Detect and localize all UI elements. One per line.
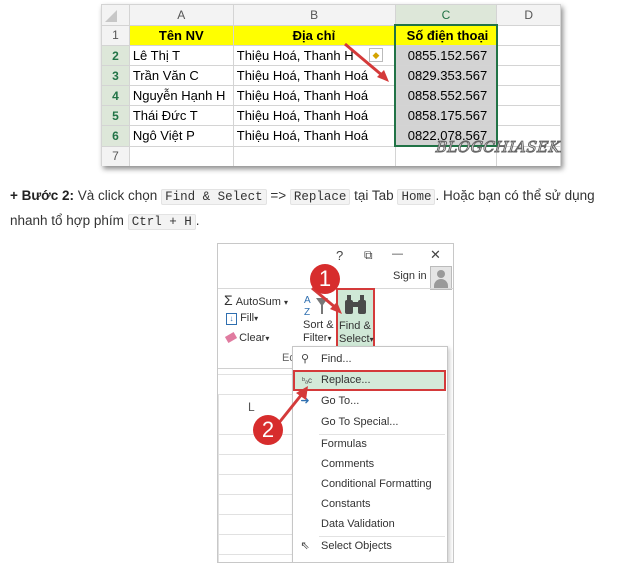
annotation-arrows [276,286,342,425]
watermark: BLOGCHIASEKIENTHUC.COM [435,138,561,157]
instruction-text: . [195,213,200,228]
excel-ribbon-screenshot: ? ⧉ — ✕ Sign in Σ AutoSum ▾ ↓ Fill▾ Clea… [217,243,454,563]
code-home: Home [397,189,436,205]
instruction-text: => [266,188,290,203]
spreadsheet-screenshot: A B C D 1 Tên NV Địa chỉ Số điện thoại 2… [101,4,561,166]
code-shortcut: Ctrl + H [127,214,196,230]
step-badge-1: 1 [310,264,340,294]
instruction-text: tại Tab [350,188,398,203]
instruction-paragraph: + Bước 2: Và click chọn Find & Select =>… [10,184,630,234]
code-replace: Replace [289,189,351,205]
step-label: + Bước 2: [10,188,75,203]
step-badge-2: 2 [253,415,283,445]
code-find-select: Find & Select [161,189,267,205]
instruction-text: Và click chọn [74,188,162,203]
